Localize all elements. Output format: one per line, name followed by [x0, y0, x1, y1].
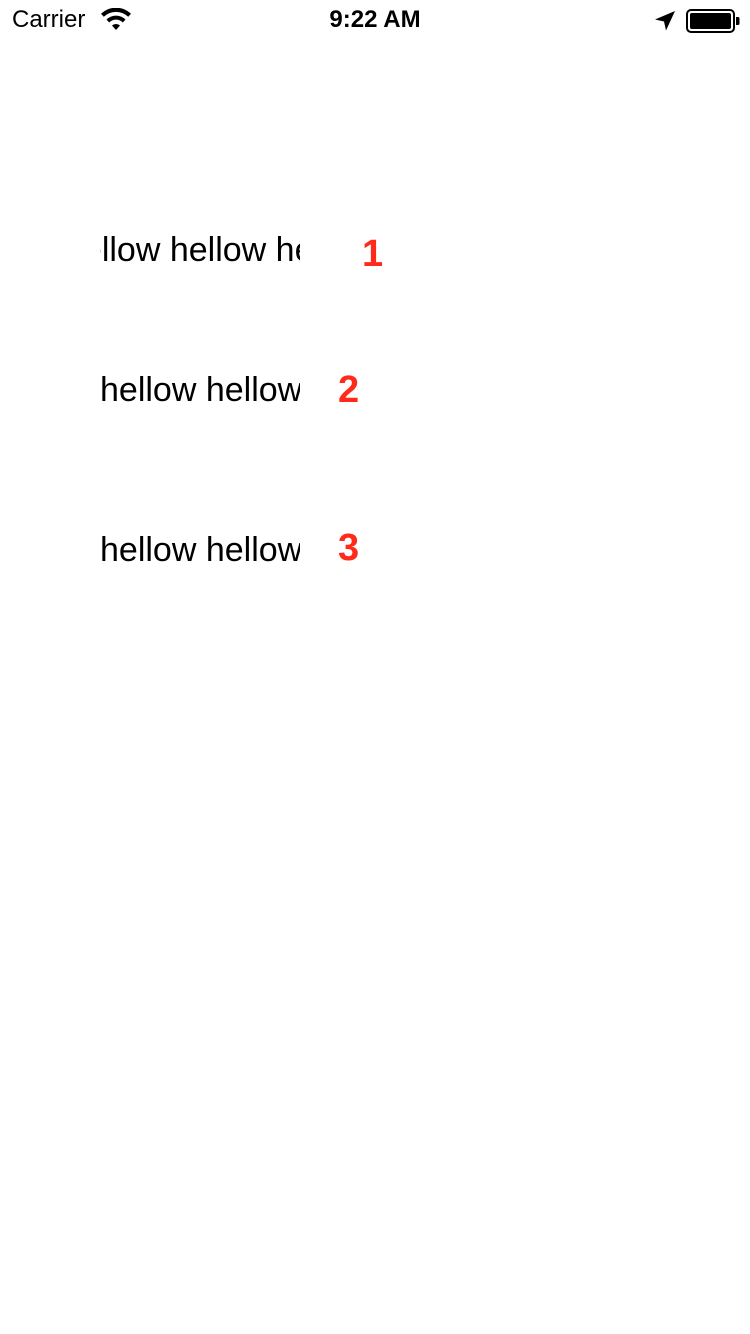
status-time: 9:22 AM: [329, 6, 421, 33]
marquee-text: hellow hellow hellow hellow: [100, 371, 300, 409]
row-number-3: 3: [338, 527, 360, 569]
location-arrow-icon: [655, 11, 675, 31]
row-number-2: 2: [338, 369, 360, 411]
marquee-text: hellow hellow hellow hellow: [100, 531, 300, 569]
marquee-label-2: hellow hellow hellow hellow: [100, 370, 300, 410]
marquee-label-1: hellow hellow hellow hellow: [100, 230, 300, 270]
marquee-label-3: hellow hellow hellow hellow: [100, 530, 300, 570]
battery-icon: [686, 9, 740, 33]
marquee-text: hellow hellow hellow hellow: [100, 231, 300, 269]
row-number-1: 1: [362, 233, 384, 275]
status-bar: Carrier 9:22 AM: [0, 0, 750, 40]
